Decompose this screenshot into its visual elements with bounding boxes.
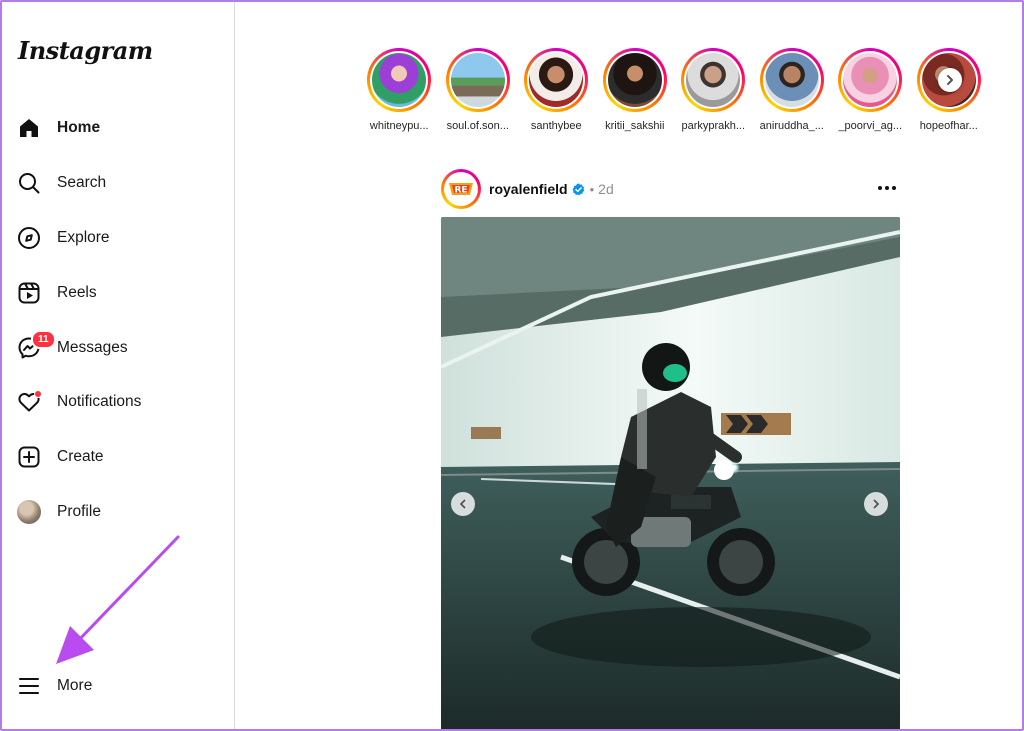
story-username: soul.of.son... [446,120,509,132]
story-avatar [686,53,741,107]
sidebar-item-home[interactable]: Home [16,112,100,144]
home-icon [16,115,42,141]
post-avatar[interactable]: RE [441,169,481,209]
story-username: kritii_sakshii [605,120,665,132]
story-avatar [843,53,898,107]
sidebar: Instagram Home Search Explore Reels 11 M… [0,0,235,731]
sidebar-item-label: Profile [57,503,101,520]
search-icon [16,170,42,196]
sidebar-item-label: Notifications [57,393,142,410]
sidebar-item-label: Explore [57,229,110,246]
heart-icon [16,389,42,415]
story-item[interactable]: soul.of.son... [439,48,518,132]
sidebar-item-label: Messages [57,339,128,356]
story-item[interactable]: aniruddha_... [753,48,832,132]
story-username: _poorvi_ag... [838,120,903,132]
post-timestamp: 2d [598,181,614,197]
post-photo-motorcycle-rider [441,217,900,731]
stories-tray: whitneypu... soul.of.son... santhybee kr… [360,48,988,132]
story-item[interactable]: whitneypu... [360,48,439,132]
sidebar-item-search[interactable]: Search [16,167,106,199]
story-username: whitneypu... [369,120,429,132]
post-media[interactable] [441,217,900,731]
messages-badge: 11 [31,330,56,349]
story-item[interactable]: kritii_sakshii [596,48,675,132]
instagram-logo[interactable]: Instagram [18,36,153,65]
story-avatar [529,53,584,107]
reels-icon [16,280,42,306]
post-options-button[interactable] [876,177,898,199]
sidebar-item-more[interactable]: More [16,670,92,702]
post-separator: • [589,181,595,197]
verified-badge-icon [572,182,584,195]
story-avatar [607,53,662,107]
sidebar-item-label: Home [57,119,101,136]
messenger-icon: 11 [16,330,56,361]
story-avatar [372,53,427,107]
story-username: parkyprakh... [681,120,746,132]
sidebar-item-reels[interactable]: Reels [16,277,97,309]
story-avatar [450,53,505,107]
chevron-left-icon [460,499,466,509]
story-item[interactable]: parkyprakh... [674,48,753,132]
sidebar-item-notifications[interactable]: Notifications [16,386,141,418]
story-item[interactable]: _poorvi_ag... [831,48,910,132]
post-header: RE royalenfield • 2d [441,169,900,209]
sidebar-item-label: More [57,677,93,694]
story-username: hopeofhar... [919,120,978,132]
sidebar-item-explore[interactable]: Explore [16,222,110,254]
sidebar-item-label: Create [57,448,104,465]
profile-avatar [16,499,42,525]
sidebar-item-profile[interactable]: Profile [16,496,101,528]
menu-icon [16,673,42,699]
sidebar-item-create[interactable]: Create [16,441,104,473]
carousel-next-button[interactable] [864,492,888,516]
carousel-prev-button[interactable] [451,492,475,516]
stories-next-button[interactable] [938,68,962,92]
story-username: aniruddha_... [759,120,824,132]
plus-square-icon [16,444,42,470]
chevron-right-icon [873,499,879,509]
story-username: santhybee [530,120,582,132]
royal-enfield-logo-icon: RE [447,175,475,203]
sidebar-item-label: Reels [57,284,97,301]
story-item[interactable]: santhybee [517,48,596,132]
compass-icon [16,225,42,251]
svg-text:RE: RE [454,186,467,196]
story-avatar [764,53,819,107]
chevron-right-icon [947,75,953,85]
notification-dot [34,390,42,398]
sidebar-item-messages[interactable]: 11 Messages [16,330,128,364]
more-options-icon [878,186,896,190]
post-username[interactable]: royalenfield [489,181,568,197]
sidebar-item-label: Search [57,174,107,191]
